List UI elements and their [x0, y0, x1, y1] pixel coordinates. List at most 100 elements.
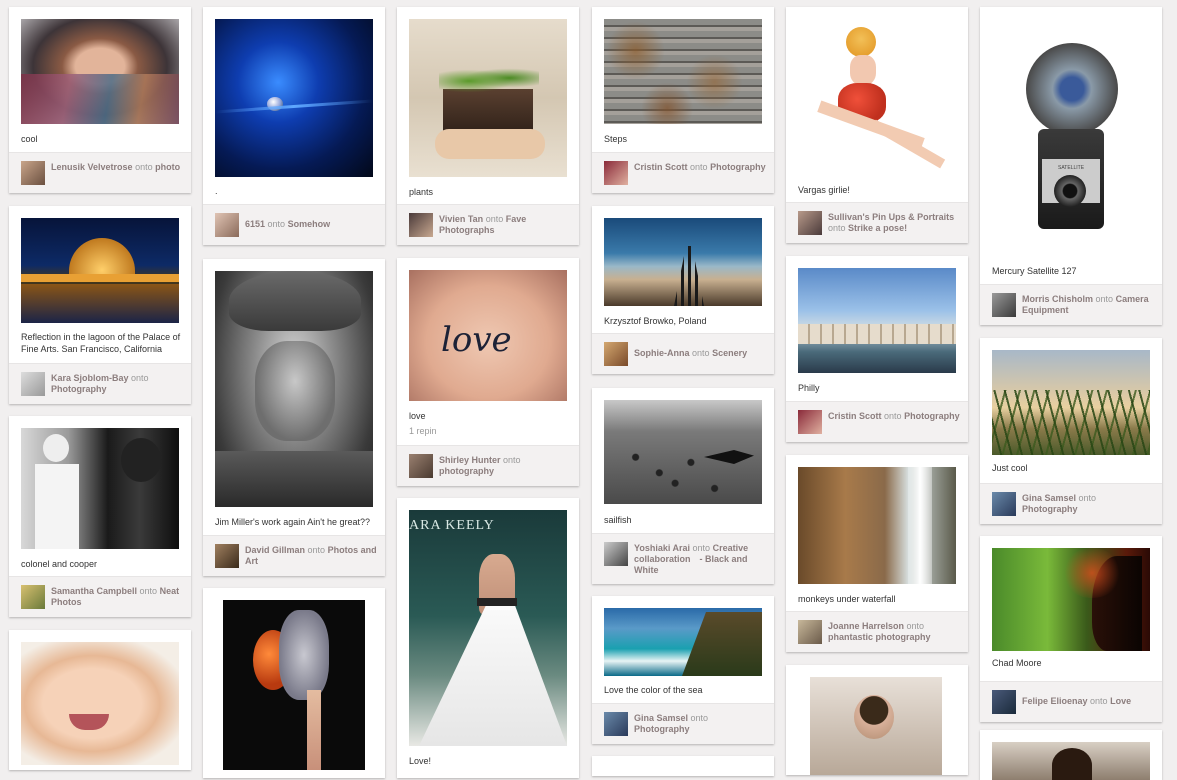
pin-card[interactable]: sailfish Yoshiaki Arai onto Creative col… [592, 388, 774, 584]
pin-user-link[interactable]: Joanne Harrelson [828, 621, 904, 631]
pin-board-link[interactable]: Photography [634, 724, 690, 734]
pin-image[interactable] [604, 19, 762, 124]
pin-image[interactable] [992, 350, 1150, 455]
pin-image[interactable] [992, 742, 1150, 780]
pin-card[interactable]: . 6151 onto Somehow [203, 7, 385, 245]
avatar[interactable] [798, 211, 822, 235]
pin-user-link[interactable]: Shirley Hunter [439, 455, 501, 465]
pin-card[interactable]: Love the color of the sea Gina Samsel on… [592, 596, 774, 744]
avatar[interactable] [21, 585, 45, 609]
avatar[interactable] [604, 712, 628, 736]
pin-user-link[interactable]: Cristin Scott [828, 411, 882, 421]
pin-board-link[interactable]: phantastic photography [828, 632, 931, 642]
pin-image[interactable] [798, 467, 956, 584]
pin-image[interactable]: love [409, 270, 567, 401]
avatar[interactable] [409, 454, 433, 478]
pin-image[interactable] [798, 268, 956, 373]
pin-image[interactable] [21, 218, 179, 323]
pin-card[interactable]: Chad Moore Felipe Elioenay onto Love [980, 536, 1162, 722]
pin-image[interactable] [604, 218, 762, 306]
pin-user-link[interactable]: Sophie-Anna [634, 348, 690, 358]
pin-card[interactable]: Krzysztof Browko, Poland Sophie-Anna ont… [592, 206, 774, 374]
pin-image[interactable] [604, 400, 762, 504]
pin-board-link[interactable]: Somehow [288, 219, 331, 229]
pin-image[interactable] [21, 428, 179, 549]
pin-user-link[interactable]: Cristin Scott [634, 162, 688, 172]
avatar[interactable] [604, 542, 628, 566]
pin-card[interactable]: ARA KEELY Love! [397, 498, 579, 778]
pin-card[interactable] [786, 665, 968, 775]
pin-board-link[interactable]: Scenery [712, 348, 747, 358]
pin-attribution: 6151 onto Somehow [203, 204, 385, 245]
avatar[interactable] [21, 161, 45, 185]
repin-count[interactable]: 1 repin [409, 426, 437, 436]
pin-card[interactable]: Just cool Gina Samsel onto Photography [980, 338, 1162, 524]
pin-image[interactable] [223, 600, 365, 770]
pin-user-link[interactable]: 6151 [245, 219, 265, 229]
pin-card[interactable]: Steps Cristin Scott onto Photography [592, 7, 774, 193]
avatar[interactable] [215, 544, 239, 568]
pin-card[interactable] [980, 730, 1162, 780]
pin-card[interactable]: Reflection in the lagoon of the Palace o… [9, 206, 191, 404]
pin-board-link[interactable]: photo [155, 162, 180, 172]
pin-board-link[interactable]: Love [1110, 696, 1131, 706]
onto-label: onto [485, 214, 504, 224]
pin-card[interactable]: monkeys under waterfall Joanne Harrelson… [786, 455, 968, 652]
pin-attribution: Shirley Hunter onto photography [397, 445, 579, 486]
avatar[interactable] [21, 372, 45, 396]
pin-card[interactable]: SATELLITE Mercury Satellite 127 Morris C… [980, 7, 1162, 325]
avatar[interactable] [798, 620, 822, 644]
pin-board-link[interactable]: photography [439, 466, 494, 476]
pin-image[interactable] [21, 642, 179, 765]
pin-card[interactable]: Jim Miller's work again Ain't he great??… [203, 259, 385, 576]
pin-image[interactable] [215, 271, 373, 507]
pin-image[interactable]: SATELLITE [992, 19, 1150, 257]
pin-attribution: Gina Samsel onto Photography [980, 483, 1162, 524]
pin-board-link[interactable]: Photography [710, 162, 766, 172]
pin-user-link[interactable]: Felipe Elioenay [1022, 696, 1088, 706]
pin-user-link[interactable]: Gina Samsel [1022, 493, 1076, 503]
pin-user-link[interactable]: Samantha Campbell [51, 586, 137, 596]
pin-user-link[interactable]: David Gillman [245, 545, 305, 555]
pin-board-link[interactable]: Strike a pose! [848, 223, 907, 233]
avatar[interactable] [798, 410, 822, 434]
pin-card[interactable]: Vargas girlie! Sullivan's Pin Ups & Port… [786, 7, 968, 243]
pin-image[interactable]: ARA KEELY [409, 510, 567, 746]
avatar[interactable] [604, 161, 628, 185]
pin-image[interactable] [215, 19, 373, 177]
pin-image[interactable] [992, 548, 1150, 651]
pin-image[interactable] [409, 19, 567, 177]
avatar[interactable] [604, 342, 628, 366]
pin-card[interactable]: plants Vivien Tan onto Fave Photographs [397, 7, 579, 245]
pin-card[interactable] [9, 630, 191, 770]
onto-label: onto [1090, 696, 1108, 706]
pin-user-link[interactable]: Morris Chisholm [1022, 294, 1093, 304]
pin-board-link[interactable]: Photography [1022, 504, 1078, 514]
avatar[interactable] [992, 690, 1016, 714]
pin-board-link[interactable]: Photography [51, 384, 107, 394]
pin-card[interactable]: love love 1 repin Shirley Hunter onto ph… [397, 258, 579, 486]
pin-user-link[interactable]: Kara Sjoblom-Bay [51, 373, 129, 383]
pin-image[interactable] [21, 19, 179, 124]
avatar[interactable] [992, 293, 1016, 317]
pin-caption: Steps [604, 134, 628, 144]
avatar[interactable] [992, 492, 1016, 516]
pin-user-link[interactable]: Lenusik Velvetrose [51, 162, 133, 172]
pin-board-link[interactable]: Photography [904, 411, 960, 421]
pin-user-link[interactable]: Sullivan's Pin Ups & Portraits [828, 212, 954, 222]
avatar[interactable] [215, 213, 239, 237]
onto-label: onto [906, 621, 925, 631]
onto-label: onto [267, 219, 286, 229]
pin-card[interactable]: Philly Cristin Scott onto Photography [786, 256, 968, 442]
pin-card[interactable] [203, 588, 385, 778]
pin-card[interactable]: cool Lenusik Velvetrose onto photo [9, 7, 191, 193]
pin-user-link[interactable]: Gina Samsel [634, 713, 688, 723]
pin-image[interactable] [810, 677, 942, 775]
pin-user-link[interactable]: Vivien Tan [439, 214, 483, 224]
pin-user-link[interactable]: Yoshiaki Arai [634, 543, 690, 553]
pin-card[interactable]: colonel and cooper Samantha Campbell ont… [9, 416, 191, 617]
avatar[interactable] [409, 213, 433, 237]
pin-card[interactable] [592, 756, 774, 776]
pin-image[interactable] [604, 608, 762, 676]
pin-image[interactable] [798, 19, 956, 179]
